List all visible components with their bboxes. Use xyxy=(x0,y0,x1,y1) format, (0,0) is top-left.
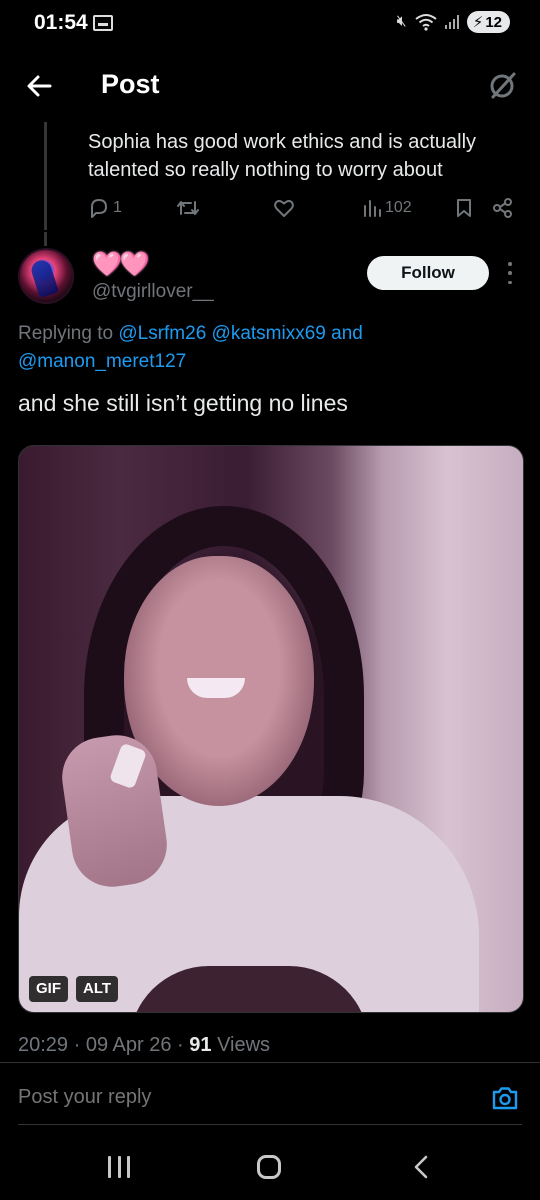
media-badges: GIF ALT xyxy=(29,976,119,1002)
status-icons: 🔇︎ ⚡ 12 xyxy=(397,11,510,33)
heart-icon xyxy=(274,200,294,217)
views-icon xyxy=(364,200,381,217)
avatar[interactable] xyxy=(18,248,74,304)
wifi-icon xyxy=(415,14,437,31)
divider xyxy=(0,1062,540,1063)
home-button[interactable] xyxy=(257,1155,281,1179)
bookmark-icon xyxy=(457,199,471,217)
top-app-bar: Post xyxy=(0,56,540,116)
back-button[interactable] xyxy=(22,68,58,104)
signal-icon xyxy=(444,15,459,29)
battery-indicator: ⚡ 12 xyxy=(466,11,510,33)
display-name-text: 🩷🩷 xyxy=(92,251,150,278)
recents-icon xyxy=(108,1156,111,1178)
recents-button[interactable] xyxy=(108,1156,130,1178)
arrow-left-icon xyxy=(27,75,52,97)
reply-count: 1 xyxy=(113,199,122,216)
views-button[interactable]: 102 xyxy=(362,194,412,222)
repost-icon xyxy=(177,201,199,215)
post-date: 09 Apr 26 xyxy=(85,1034,172,1056)
reply-input[interactable] xyxy=(18,1086,418,1109)
system-back-button[interactable] xyxy=(410,1153,434,1181)
mention-link[interactable]: @manon_meret127 xyxy=(18,351,186,372)
reply-button[interactable]: 1 xyxy=(88,194,122,222)
post-views-count: 91 xyxy=(189,1034,212,1056)
share-icon xyxy=(493,198,512,218)
reply-icon xyxy=(91,199,107,218)
alt-badge[interactable]: ALT xyxy=(76,976,119,1002)
grok-button[interactable] xyxy=(484,68,520,104)
status-bar: 01:54 🔇︎ ⚡ 12 xyxy=(0,0,540,48)
post-time: 20:29 xyxy=(18,1034,69,1056)
mention-link[interactable]: @katsmixx69 xyxy=(212,323,326,344)
views-count: 102 xyxy=(385,199,412,216)
system-navigation-bar xyxy=(0,1140,540,1200)
repost-button[interactable] xyxy=(176,194,200,222)
replying-prefix: Replying to xyxy=(18,323,114,344)
page-title: Post xyxy=(101,69,160,99)
gif-badge: GIF xyxy=(29,976,68,1002)
author-handle[interactable]: @tvgirllover__ xyxy=(92,281,214,303)
meta-separator: · xyxy=(73,1034,86,1056)
post-views-label: Views xyxy=(217,1034,271,1056)
more-options-button[interactable] xyxy=(500,262,520,284)
more-vertical-icon xyxy=(508,262,512,266)
chevron-left-icon xyxy=(414,1155,428,1179)
divider xyxy=(18,1124,522,1125)
thread-connector-line xyxy=(44,122,47,230)
camera-button[interactable] xyxy=(490,1083,520,1113)
replying-to: Replying to @Lsrfm26 @katsmixx69 and @ma… xyxy=(18,320,518,376)
status-time: 01:54 xyxy=(34,11,88,34)
and-text[interactable]: and xyxy=(331,323,363,344)
meta-separator: · xyxy=(177,1034,190,1056)
share-button[interactable] xyxy=(492,194,514,222)
like-button[interactable] xyxy=(273,194,295,222)
parent-post-text: Sophia has good work ethics and is actua… xyxy=(88,131,477,181)
thread-connector-line-lower xyxy=(44,232,47,246)
charging-icon: ⚡ xyxy=(472,14,484,31)
post-meta: 20:29 · 09 Apr 26 · 91 Views xyxy=(18,1034,270,1057)
bookmark-button[interactable] xyxy=(454,194,474,222)
gif-media[interactable]: GIF ALT xyxy=(18,445,524,1013)
author-display-name[interactable]: 🩷🩷 xyxy=(92,251,150,278)
gallery-notification-icon xyxy=(93,15,113,31)
battery-level: 12 xyxy=(485,13,502,31)
mute-icon: 🔇︎ xyxy=(396,13,407,30)
parent-post-actions: 1 102 xyxy=(88,194,518,222)
post-text: and she still isn’t getting no lines xyxy=(18,390,348,416)
mention-link[interactable]: @Lsrfm26 xyxy=(118,323,206,344)
grok-icon xyxy=(490,72,516,99)
follow-button[interactable]: Follow xyxy=(367,256,489,290)
camera-icon xyxy=(492,1087,518,1110)
